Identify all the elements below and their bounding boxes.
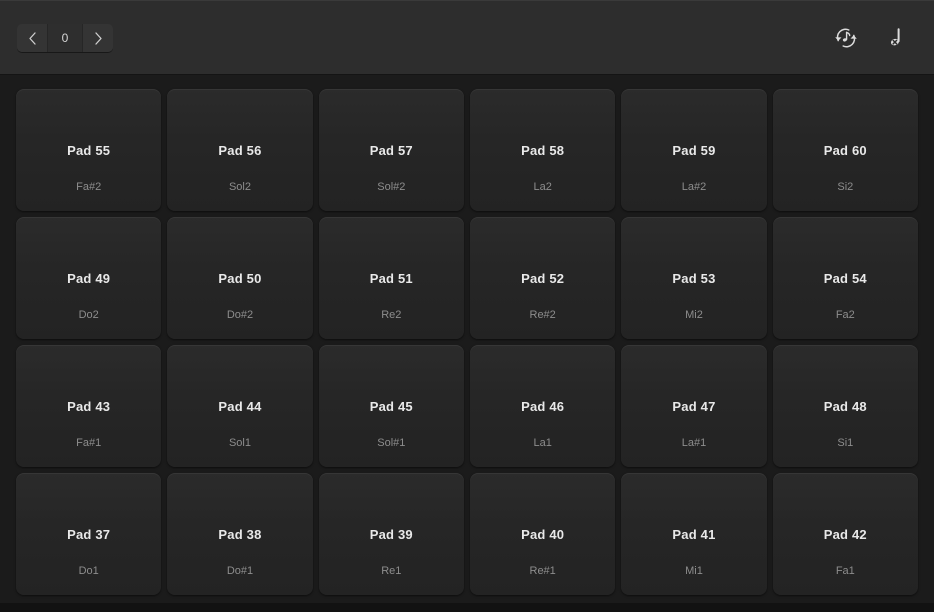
toolbar: 0 [0, 0, 934, 75]
pad-button[interactable]: Pad 49 Do2 [16, 217, 162, 339]
pad-label: Pad 39 [369, 526, 413, 542]
bank-stepper[interactable]: 0 [17, 24, 113, 52]
pad-note-label: Sol#1 [377, 437, 406, 449]
pad-label: Pad 44 [218, 398, 262, 414]
pad-note-label: Mi1 [685, 565, 703, 577]
pad-note-label: Re2 [381, 309, 402, 321]
pad-note-label: Do1 [78, 565, 99, 577]
midi-note-refresh-button[interactable] [831, 23, 861, 53]
pad-label: Pad 56 [218, 142, 262, 158]
pad-label: Pad 60 [823, 142, 867, 158]
pad-label: Pad 50 [218, 270, 262, 286]
pad-label: Pad 42 [823, 526, 867, 542]
pad-label: Pad 46 [521, 398, 565, 414]
pad-note-label: Do2 [78, 309, 99, 321]
pad-button[interactable]: Pad 51 Re2 [318, 217, 464, 339]
pad-label: Pad 53 [672, 270, 716, 286]
chevron-left-icon [27, 31, 38, 46]
pad-note-label: Si1 [837, 437, 854, 449]
pad-button[interactable]: Pad 57 Sol#2 [318, 89, 464, 211]
pad-button[interactable]: Pad 59 La#2 [621, 89, 767, 211]
pad-note-label: Fa#2 [76, 181, 102, 193]
pad-button[interactable]: Pad 37 Do1 [16, 473, 162, 595]
stepper-previous-button[interactable] [17, 24, 47, 52]
pad-button[interactable]: Pad 50 Do#2 [167, 217, 313, 339]
pad-label: Pad 55 [67, 142, 111, 158]
pad-grid: Pad 55 Fa#2 Pad 56 Sol2 Pad 57 Sol#2 Pad 58 La2… [16, 89, 918, 595]
pad-button[interactable]: Pad 46 La1 [469, 345, 616, 467]
pad-button[interactable]: Pad 52 Re#2 [469, 217, 616, 339]
pad-label: Pad 48 [823, 398, 867, 414]
pad-note-label: Re1 [381, 565, 402, 577]
pad-button[interactable]: Pad 60 Si2 [772, 89, 918, 211]
pad-button[interactable]: Pad 41 Mi1 [621, 473, 767, 595]
pad-button[interactable]: Pad 48 Si1 [772, 345, 918, 467]
pad-note-label: Si2 [837, 181, 854, 193]
pad-note-label: La#1 [681, 437, 707, 449]
note-off-button[interactable] [881, 23, 911, 53]
pad-grid-area: Pad 55 Fa#2 Pad 56 Sol2 Pad 57 Sol#2 Pad 58 La2… [0, 75, 934, 612]
pad-note-label: Do#1 [226, 565, 254, 577]
pad-label: Pad 58 [521, 142, 565, 158]
pad-button[interactable]: Pad 42 Fa1 [772, 473, 918, 595]
pad-note-label: Re#2 [529, 309, 556, 321]
pad-note-label: Sol1 [228, 437, 251, 449]
pad-label: Pad 43 [67, 398, 111, 414]
pad-button[interactable]: Pad 58 La2 [469, 89, 616, 211]
pad-button[interactable]: Pad 38 Do#1 [167, 473, 313, 595]
pad-label: Pad 57 [369, 142, 413, 158]
pad-note-label: Sol#2 [377, 181, 406, 193]
bank-index-value[interactable]: 0 [47, 24, 83, 52]
toolbar-tool-group [831, 23, 917, 53]
pad-label: Pad 41 [672, 526, 716, 542]
pad-label: Pad 54 [823, 270, 867, 286]
note-off-icon [883, 25, 909, 51]
pad-button[interactable]: Pad 40 Re#1 [469, 473, 616, 595]
pad-button[interactable]: Pad 54 Fa2 [772, 217, 918, 339]
pad-note-label: Fa1 [835, 565, 855, 577]
pad-button[interactable]: Pad 47 La#1 [621, 345, 767, 467]
pad-note-label: La1 [533, 437, 552, 449]
pad-button[interactable]: Pad 39 Re1 [318, 473, 464, 595]
pad-note-label: Do#2 [226, 309, 254, 321]
pad-note-label: La2 [533, 181, 552, 193]
pad-label: Pad 59 [672, 142, 716, 158]
pad-button[interactable]: Pad 55 Fa#2 [16, 89, 162, 211]
pad-label: Pad 51 [369, 270, 413, 286]
pad-button[interactable]: Pad 53 Mi2 [621, 217, 767, 339]
pad-controller-window: 0 Pad 55 Fa#2 Pad 56 Sol2 Pad 57 Sol#2 P… [0, 0, 934, 612]
chevron-right-icon [93, 31, 104, 46]
pad-label: Pad 52 [521, 270, 565, 286]
pad-button[interactable]: Pad 43 Fa#1 [16, 345, 162, 467]
pad-button[interactable]: Pad 44 Sol1 [167, 345, 313, 467]
pad-label: Pad 40 [521, 526, 565, 542]
window-bottom-edge [0, 603, 934, 612]
pad-note-label: Mi2 [685, 309, 703, 321]
pad-note-label: Sol2 [228, 181, 251, 193]
pad-button[interactable]: Pad 56 Sol2 [167, 89, 313, 211]
pad-note-label: Fa#1 [76, 437, 102, 449]
pad-note-label: Re#1 [529, 565, 556, 577]
pad-label: Pad 38 [218, 526, 262, 542]
pad-label: Pad 37 [67, 526, 111, 542]
pad-note-label: Fa2 [835, 309, 855, 321]
stepper-next-button[interactable] [83, 24, 113, 52]
pad-label: Pad 45 [369, 398, 413, 414]
pad-button[interactable]: Pad 45 Sol#1 [318, 345, 464, 467]
pad-label: Pad 49 [67, 270, 111, 286]
pad-label: Pad 47 [672, 398, 716, 414]
midi-note-refresh-icon [833, 25, 859, 51]
pad-note-label: La#2 [681, 181, 707, 193]
